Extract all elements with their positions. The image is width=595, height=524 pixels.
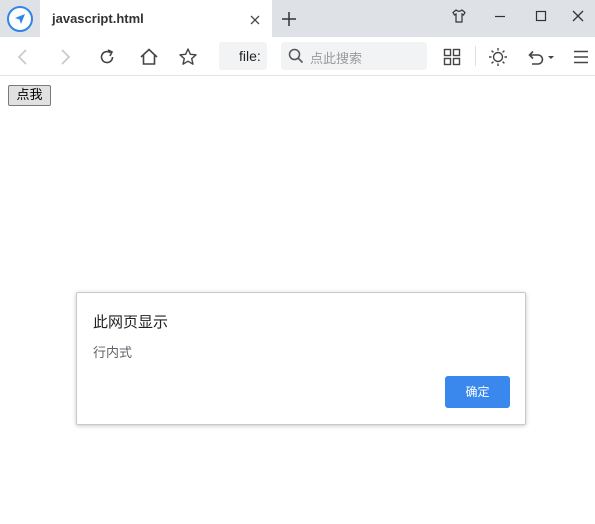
navigation-toolbar: file: 点此搜索 [0, 37, 595, 76]
dialog-message: 行内式 [93, 346, 133, 361]
alert-dialog: 此网页显示 行内式 确定 [76, 292, 526, 425]
toolbar-divider [475, 46, 476, 66]
dialog-ok-button[interactable]: 确定 [445, 376, 510, 408]
close-tab-icon[interactable] [248, 12, 262, 26]
title-bar: javascript.html [0, 0, 595, 37]
undo-dropdown-icon[interactable] [546, 47, 556, 67]
address-bar[interactable]: file: [219, 42, 267, 70]
search-box[interactable]: 点此搜索 [281, 42, 427, 70]
reload-icon[interactable] [97, 47, 117, 67]
tab-title: javascript.html [52, 11, 144, 26]
address-text: file: [239, 48, 261, 64]
click-me-button[interactable]: 点我 [8, 85, 51, 106]
search-icon [288, 48, 304, 64]
undo-icon[interactable] [526, 47, 546, 67]
maximize-icon[interactable] [533, 8, 549, 24]
active-tab[interactable]: javascript.html [40, 0, 272, 37]
menu-icon[interactable] [571, 47, 591, 67]
browser-logo-icon[interactable] [7, 6, 33, 32]
forward-icon[interactable] [55, 47, 75, 67]
skin-shirt-icon[interactable] [451, 8, 467, 24]
back-icon[interactable] [13, 47, 33, 67]
dialog-title: 此网页显示 [93, 313, 169, 331]
search-placeholder: 点此搜索 [310, 52, 363, 67]
home-icon[interactable] [139, 47, 159, 67]
apps-grid-icon[interactable] [442, 47, 462, 67]
brightness-sun-icon[interactable] [488, 47, 508, 67]
close-window-icon[interactable] [570, 8, 586, 24]
new-tab-icon[interactable] [281, 11, 297, 27]
favorite-star-icon[interactable] [178, 47, 198, 67]
minimize-icon[interactable] [492, 8, 508, 24]
